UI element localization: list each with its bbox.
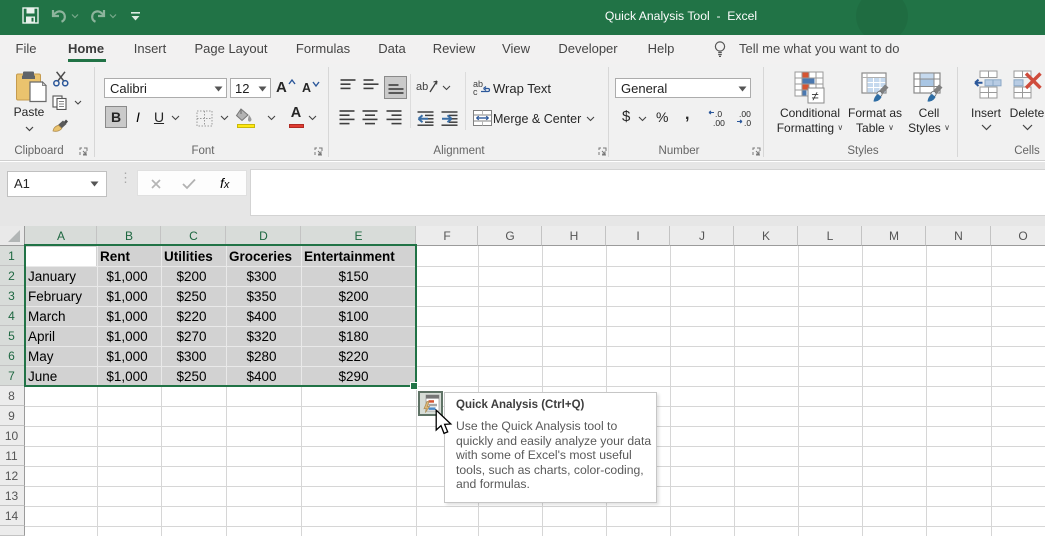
svg-text:≠: ≠ bbox=[812, 89, 819, 104]
svg-text:.00: .00 bbox=[713, 118, 725, 128]
svg-text:c: c bbox=[473, 87, 478, 96]
svg-text:ab: ab bbox=[416, 81, 428, 93]
svg-text:.0: .0 bbox=[744, 118, 751, 128]
